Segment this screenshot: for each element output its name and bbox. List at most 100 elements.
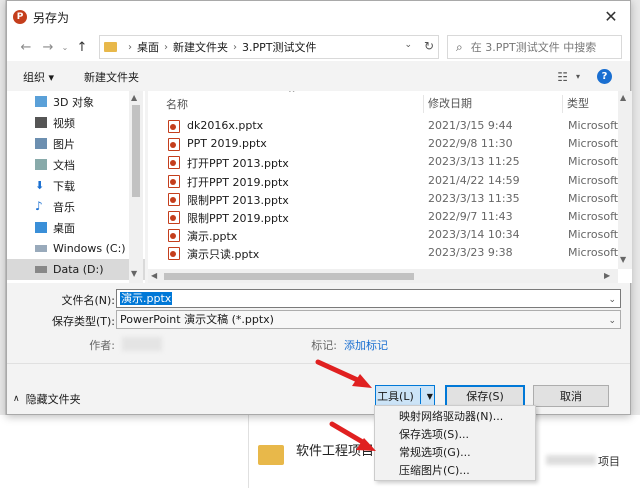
sort-caret-icon: ^: [288, 91, 296, 99]
column-date[interactable]: 修改日期: [423, 95, 472, 113]
chevron-down-icon[interactable]: ⌄: [404, 40, 412, 50]
breadcrumb-ppt-folder[interactable]: 3.PPT测试文件: [242, 39, 316, 55]
file-list: ^ 名称 修改日期 类型 dk2016x.pptx 2021/3/15 9:44 M…: [148, 91, 632, 283]
table-row[interactable]: 限制PPT 2013.pptx 2023/3/13 11:35 Microsoft: [148, 190, 632, 208]
scroll-down-arrow-icon[interactable]: ▼: [620, 255, 626, 264]
navigation-row: ← → ⌄ ↑ › 桌面 › 新建文件夹 › 3.PPT测试文件 ⌄ ↻ ⌕ 在…: [7, 33, 630, 61]
sidebar-item-windows-c[interactable]: Windows (C:): [7, 238, 145, 259]
cube-icon: [35, 96, 47, 107]
scroll-left-arrow-icon[interactable]: ◀: [151, 271, 157, 280]
chevron-down-icon[interactable]: ⌄: [608, 292, 616, 309]
filename-value: 演示.pptx: [120, 292, 173, 305]
help-icon[interactable]: ?: [597, 69, 612, 84]
nav-scrollbar[interactable]: ▲ ▼: [129, 91, 143, 283]
sidebar-item-documents[interactable]: 文档: [7, 154, 145, 175]
background-window-edge-right: [631, 0, 640, 415]
scroll-down-arrow-icon[interactable]: ▼: [131, 269, 137, 278]
drive-icon: [35, 245, 47, 252]
save-as-dialog: P 另存为 ✕ ← → ⌄ ↑ › 桌面 › 新建文件夹 › 3.PPT测试文件…: [6, 0, 632, 415]
chevron-down-icon[interactable]: ⌄: [608, 313, 616, 330]
new-folder-button[interactable]: 新建文件夹: [84, 69, 139, 85]
dialog-title: 另存为: [33, 10, 70, 25]
pptx-file-icon: [168, 247, 180, 261]
navigation-pane: 3D 对象 视频 图片 文档 ⬇ 下载 ♪ 音乐 桌面 Windows (C:) D…: [7, 91, 145, 283]
scroll-right-arrow-icon[interactable]: ▶: [604, 271, 610, 280]
search-icon: ⌕: [456, 39, 463, 54]
split-divider: [419, 388, 421, 404]
recent-dropdown-icon[interactable]: ⌄: [59, 36, 71, 58]
cancel-button[interactable]: 取消: [533, 385, 609, 407]
chevron-up-icon: ∧: [13, 394, 20, 404]
pptx-file-icon: [168, 229, 180, 243]
table-row[interactable]: dk2016x.pptx 2021/3/15 9:44 Microsoft: [148, 117, 632, 135]
breadcrumb-new-folder[interactable]: 新建文件夹: [173, 39, 228, 55]
desktop-icon: [35, 222, 47, 233]
sidebar-item-music[interactable]: ♪ 音乐: [7, 196, 145, 217]
background-divider: [248, 415, 249, 488]
sidebar-item-videos[interactable]: 视频: [7, 112, 145, 133]
scroll-up-arrow-icon[interactable]: ▲: [620, 93, 626, 102]
search-input[interactable]: ⌕ 在 3.PPT测试文件 中搜索: [447, 35, 622, 59]
filename-label: 文件名(N):: [61, 294, 115, 307]
file-list-horizontal-scrollbar[interactable]: ◀ ▶: [148, 269, 618, 283]
sidebar-item-3d-objects[interactable]: 3D 对象: [7, 91, 145, 112]
scrollbar-thumb[interactable]: [132, 105, 140, 197]
menu-item-compress-pictures[interactable]: 压缩图片(C)...: [375, 462, 535, 480]
chevron-down-icon: ▼: [426, 391, 433, 401]
pptx-file-icon: [168, 192, 180, 206]
filename-input[interactable]: 演示.pptx ⌄: [116, 289, 621, 308]
chevron-right-icon[interactable]: ›: [128, 42, 132, 53]
chevron-right-icon[interactable]: ›: [233, 42, 237, 53]
column-name[interactable]: 名称: [166, 96, 188, 112]
scroll-up-arrow-icon[interactable]: ▲: [131, 93, 137, 102]
picture-icon: [35, 138, 47, 149]
blurred-text: [546, 455, 596, 465]
view-options-icon[interactable]: ☷: [557, 70, 568, 84]
author-value[interactable]: [122, 337, 162, 351]
table-row[interactable]: PPT 2019.pptx 2022/9/8 11:30 Microsoft: [148, 135, 632, 153]
background-folder-name[interactable]: 软件工程项目: [296, 440, 374, 459]
author-label: 作者:: [89, 339, 115, 352]
table-row[interactable]: 演示.pptx 2023/3/14 10:34 Microsoft: [148, 226, 632, 244]
filetype-select[interactable]: PowerPoint 演示文稿 (*.pptx) ⌄: [116, 310, 621, 329]
table-row[interactable]: 打开PPT 2019.pptx 2021/4/22 14:59 Microsoft: [148, 172, 632, 190]
folder-icon: [104, 42, 117, 52]
forward-arrow-icon[interactable]: →: [37, 36, 59, 58]
menu-item-save-options[interactable]: 保存选项(S)...: [375, 426, 535, 444]
sidebar-item-pictures[interactable]: 图片: [7, 133, 145, 154]
scrollbar-thumb[interactable]: [164, 273, 414, 280]
download-icon: ⬇: [35, 179, 45, 192]
title-bar: P 另存为 ✕: [7, 1, 630, 33]
document-icon: [35, 159, 47, 170]
sidebar-item-data-d[interactable]: Data (D:): [7, 259, 145, 280]
refresh-icon[interactable]: ↻: [424, 39, 434, 53]
menu-item-map-network-drive[interactable]: 映射网络驱动器(N)...: [375, 408, 535, 426]
tools-label: 工具(L): [377, 390, 414, 403]
up-arrow-icon[interactable]: ↑: [71, 36, 93, 58]
hide-folders-toggle[interactable]: ∧ 隐藏文件夹: [13, 391, 81, 407]
tools-dropdown-menu: 映射网络驱动器(N)... 保存选项(S)... 常规选项(G)... 压缩图片…: [374, 405, 536, 481]
back-arrow-icon[interactable]: ←: [15, 36, 37, 58]
save-button[interactable]: 保存(S): [445, 385, 525, 407]
address-bar[interactable]: › 桌面 › 新建文件夹 › 3.PPT测试文件 ⌄ ↻: [99, 35, 439, 59]
file-list-vertical-scrollbar[interactable]: ▲ ▼: [618, 91, 632, 269]
organize-button[interactable]: 组织 ▾: [23, 69, 54, 85]
table-row[interactable]: 限制PPT 2019.pptx 2022/9/7 11:43 Microsoft: [148, 208, 632, 226]
table-row[interactable]: 演示只读.pptx 2023/3/23 9:38 Microsoft: [148, 244, 632, 262]
menu-item-general-options[interactable]: 常规选项(G)...: [375, 444, 535, 462]
column-type[interactable]: 类型: [562, 95, 589, 113]
chevron-down-icon[interactable]: ▾: [576, 72, 580, 81]
breadcrumb-desktop[interactable]: 桌面: [137, 39, 159, 55]
sidebar-item-desktop[interactable]: 桌面: [7, 217, 145, 238]
drive-icon: [35, 266, 47, 273]
tools-button[interactable]: 工具(L) ▼: [375, 385, 435, 407]
filetype-label: 保存类型(T):: [51, 315, 115, 328]
table-row[interactable]: 打开PPT 2013.pptx 2023/3/13 11:25 Microsoft: [148, 153, 632, 171]
sidebar-item-downloads[interactable]: ⬇ 下载: [7, 175, 145, 196]
pptx-file-icon: [168, 174, 180, 188]
hide-folders-label: 隐藏文件夹: [25, 393, 81, 406]
close-icon[interactable]: ✕: [602, 7, 620, 26]
chevron-right-icon[interactable]: ›: [164, 42, 168, 53]
add-tag-link[interactable]: 添加标记: [344, 337, 388, 353]
divider: [7, 363, 630, 364]
